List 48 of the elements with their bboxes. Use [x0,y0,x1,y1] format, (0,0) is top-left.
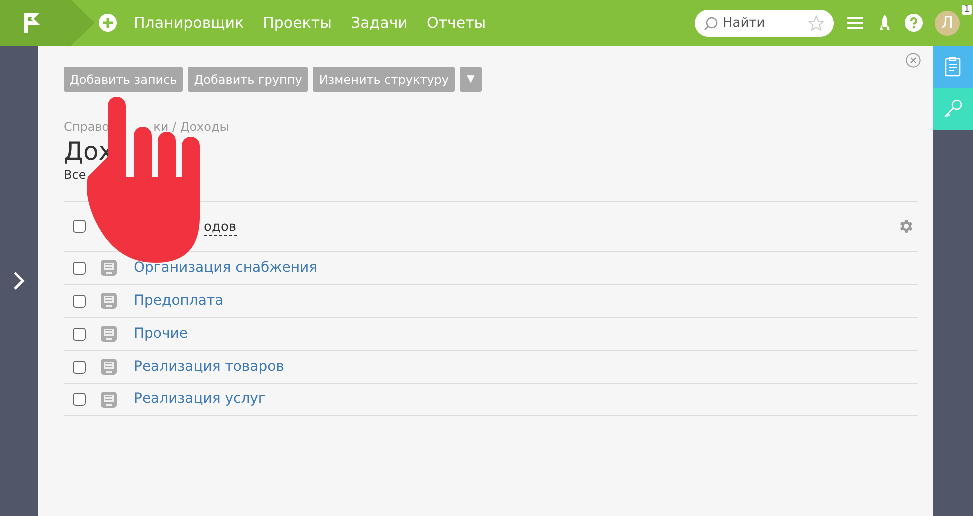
document-icon [101,359,117,375]
settings-icon[interactable] [898,218,915,235]
breadcrumb[interactable]: ки / Доходы [154,118,230,136]
document-icon [101,326,117,342]
row-link[interactable]: Организация снабжения [134,258,318,278]
toolbar-button[interactable]: Изменить структуру [313,67,456,92]
checkbox[interactable] [73,360,86,374]
nav-link[interactable]: Проекты [263,12,332,34]
document-icon [101,260,117,276]
breadcrumb[interactable]: Справо [64,118,110,136]
clipboard-icon [945,57,961,77]
checkbox[interactable] [73,220,86,233]
document-icon [101,392,117,408]
search-field[interactable]: Найти [695,10,834,36]
table-row[interactable]: Реализация товаров [64,350,918,383]
row-link[interactable]: Реализация товаров [134,356,284,378]
toolbar-button[interactable]: Добавить запись [64,67,184,92]
checkbox[interactable] [73,262,86,274]
checkbox[interactable] [73,328,86,340]
table-row[interactable]: Предоплата [64,284,918,317]
star-icon[interactable] [808,14,825,32]
close-icon[interactable] [906,53,921,68]
column-header[interactable]: одов [204,220,237,236]
table-row[interactable]: Прочие [64,317,918,350]
flag-logo-icon[interactable] [22,12,42,34]
row-link[interactable]: Реализация услуг [134,389,266,410]
page-subtitle: Все [64,167,88,184]
checkbox[interactable] [73,294,86,308]
toolbar-button[interactable]: Добавить группу [188,67,308,92]
add-icon[interactable] [99,14,117,32]
search-icon [704,16,718,30]
nav-link[interactable]: Планировщик [134,12,244,34]
dropdown-button[interactable]: ▼ [460,67,482,92]
notification-badge: 1 [962,4,972,14]
clipboard-tab[interactable] [933,46,973,88]
nav-link[interactable]: Отчеты [426,12,486,34]
key-tab[interactable] [933,88,973,130]
document-icon [101,293,117,309]
rocket-icon[interactable] [879,14,891,32]
checkbox[interactable] [73,393,86,406]
expand-chevron-icon[interactable] [13,271,25,291]
table-row[interactable]: Реализация услуг [64,383,918,416]
nav-link[interactable]: Задачи [350,12,408,34]
row-link[interactable]: Прочие [134,324,188,344]
row-link[interactable]: Предоплата [134,290,224,312]
help-icon[interactable] [905,14,923,32]
key-icon [943,99,963,119]
menu-icon[interactable] [847,16,863,30]
